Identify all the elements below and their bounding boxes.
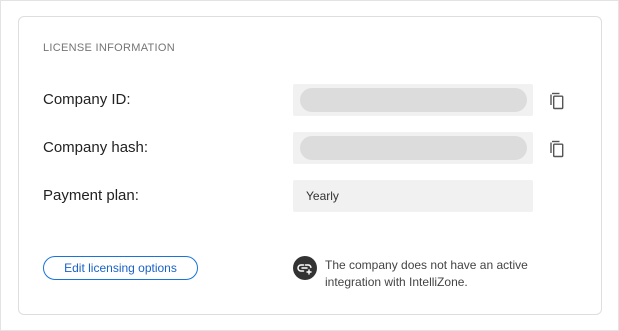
- copy-icon: [550, 92, 564, 110]
- company-id-label: Company ID:: [43, 91, 131, 108]
- copy-icon: [550, 140, 564, 158]
- copy-company-id-button[interactable]: [546, 90, 568, 112]
- payment-plan-row: Payment plan: Yearly: [19, 180, 601, 212]
- company-hash-row: Company hash:: [19, 132, 601, 164]
- company-id-row: Company ID:: [19, 84, 601, 116]
- payment-plan-field: Yearly: [293, 180, 533, 212]
- company-id-field: [293, 84, 533, 116]
- company-hash-redacted-value: [300, 136, 527, 160]
- company-hash-label: Company hash:: [43, 139, 149, 156]
- edit-licensing-options-button[interactable]: Edit licensing options: [43, 256, 198, 280]
- company-id-redacted-value: [300, 88, 527, 112]
- company-hash-field: [293, 132, 533, 164]
- section-title: LICENSE INFORMATION: [43, 42, 176, 54]
- page-frame: LICENSE INFORMATION Company ID: Company …: [0, 0, 619, 331]
- payment-plan-label: Payment plan:: [43, 187, 139, 204]
- integration-status-text: The company does not have an active inte…: [325, 258, 528, 289]
- copy-company-hash-button[interactable]: [546, 138, 568, 160]
- license-information-card: LICENSE INFORMATION Company ID: Company …: [18, 16, 602, 315]
- payment-plan-value: Yearly: [306, 189, 339, 203]
- link-add-icon: [293, 256, 317, 280]
